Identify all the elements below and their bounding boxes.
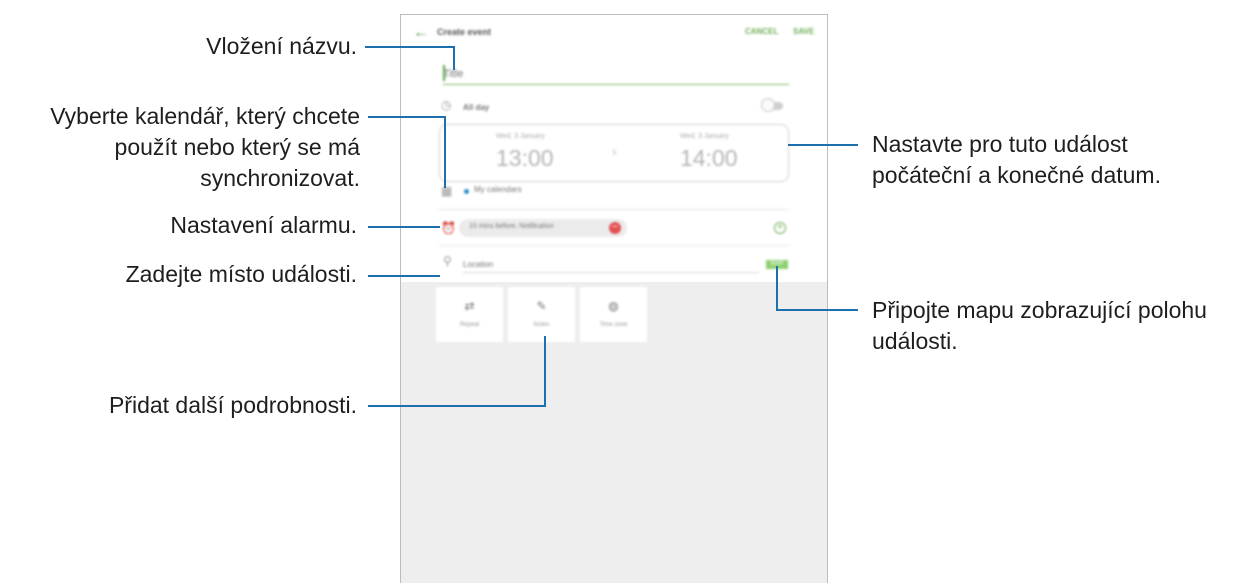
repeat-button[interactable]: ⇄ Repeat [436,287,503,342]
leader-line-calendar [368,116,445,118]
start-time[interactable]: 13:00 [496,145,554,172]
location-input[interactable] [463,256,759,273]
timezone-icon: ◍ [608,299,619,313]
text-cursor [443,65,445,81]
leader-line-location [368,275,440,277]
remove-alarm-button[interactable]: − [609,222,621,234]
add-alarm-button[interactable]: + [774,222,786,234]
all-day-label: All day [463,103,490,112]
back-arrow-icon[interactable]: ← [413,24,429,42]
title-input[interactable] [443,64,789,85]
end-date[interactable]: Wed, 3 January [680,133,729,140]
all-day-toggle[interactable] [761,98,775,112]
end-time[interactable]: 14:00 [680,145,738,172]
cancel-button[interactable]: CANCEL [745,27,778,36]
callout-dates-line: počáteční a konečné datum. [872,162,1161,188]
timezone-button[interactable]: ◍ Time zone [580,287,647,342]
leader-line-calendar [444,116,446,188]
notes-label: Notes [533,322,550,328]
callout-alarm: Nastavení alarmu. [170,212,357,238]
range-arrow-icon: › [612,143,617,159]
clock-icon: ◷ [441,98,452,112]
repeat-icon: ⇄ [464,299,475,313]
calendar-color-dot [464,189,469,194]
leader-line-extras [544,336,546,407]
notes-icon: ✎ [536,299,547,313]
leader-line-title [453,46,455,70]
callout-extras: Přidat další podrobnosti. [108,392,357,418]
screen-title: Create event [437,27,492,37]
location-pin-icon: ⚲ [443,254,452,268]
alarm-label: 15 mins before, Notification [469,223,554,230]
alarm-chip[interactable]: 15 mins before, Notification − [459,219,627,237]
app-bar: ← Create event CANCEL SAVE [401,15,827,53]
event-editor-screen: ← Create event CANCEL SAVE ◷ All day Wed… [400,14,828,583]
callout-map: Připojte mapu zobrazující polohu událost… [872,295,1207,357]
leader-line-map [776,266,778,311]
callout-map-line: události. [872,328,958,354]
callout-calendar: Vyberte kalendář, který chcete použít ne… [50,101,360,194]
date-range-box: Wed, 3 January 13:00 › Wed, 3 January 14… [439,124,789,182]
leader-line-dates [788,144,858,146]
alarm-clock-icon: ⏰ [441,221,456,235]
callout-dates-line: Nastavte pro tuto událost [872,131,1128,157]
callout-calendar-line: synchronizovat. [200,165,360,191]
callout-map-line: Připojte mapu zobrazující polohu [872,297,1207,323]
callout-calendar-line: Vyberte kalendář, který chcete [50,103,360,129]
repeat-label: Repeat [459,322,480,328]
leader-line-alarm [368,226,440,228]
leader-line-title [365,46,454,48]
calendar-icon: ▦ [441,184,453,198]
timezone-label: Time zone [599,322,628,328]
save-button[interactable]: SAVE [793,27,814,36]
start-date[interactable]: Wed, 3 January [496,133,545,140]
divider [439,209,789,210]
calendar-selector[interactable]: My calendars [474,185,522,194]
callout-title: Vložení názvu. [206,33,357,59]
notes-button[interactable]: ✎ Notes [508,287,575,342]
callout-location: Zadejte místo události. [125,261,357,287]
leader-line-extras [368,405,546,407]
callout-calendar-line: použít nebo který se má [114,134,360,160]
divider [439,245,789,246]
leader-line-map [776,309,858,311]
callout-dates: Nastavte pro tuto událost počáteční a ko… [872,129,1161,191]
